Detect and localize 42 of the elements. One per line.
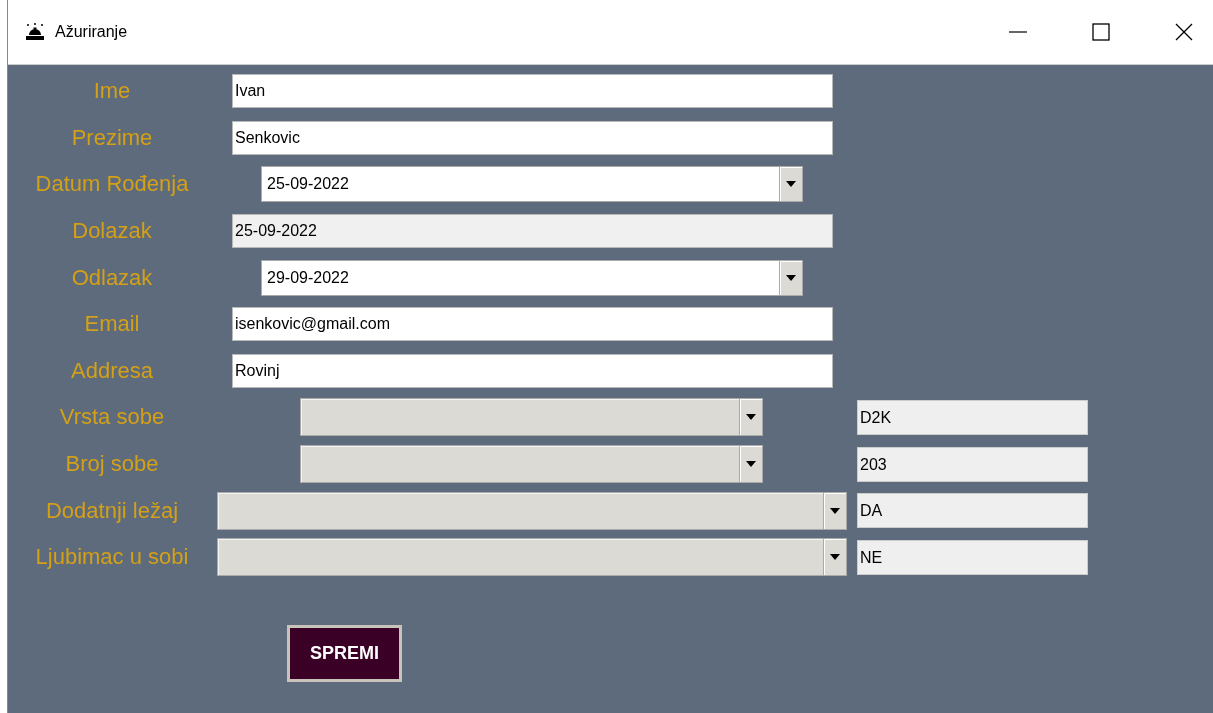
- close-icon[interactable]: [1174, 22, 1194, 42]
- date-picker[interactable]: 29-09-2022: [261, 259, 803, 296]
- caret-icon: [830, 507, 840, 514]
- input-field[interactable]: Senkovic: [232, 120, 833, 155]
- caret-icon: [786, 274, 796, 281]
- input-field[interactable]: NE: [857, 539, 1088, 575]
- field-label: Ime: [92, 78, 132, 105]
- window-title: Ažuriranje: [55, 23, 128, 41]
- caret-icon: [786, 181, 796, 188]
- save-button[interactable]: SPREMI: [287, 624, 402, 682]
- input-field[interactable]: isenkovic@gmail.com: [232, 307, 833, 342]
- dropdown-button[interactable]: [823, 539, 846, 576]
- maximize-icon[interactable]: [1091, 22, 1111, 42]
- dropdown-button[interactable]: [739, 399, 762, 436]
- field-label: Email: [83, 311, 141, 338]
- caret-icon: [746, 461, 756, 468]
- field-label: Prezime: [70, 124, 154, 151]
- input-field[interactable]: Ivan: [232, 74, 833, 109]
- input-field[interactable]: 203: [857, 446, 1088, 482]
- dropdown[interactable]: [300, 398, 763, 437]
- bell-icon: [25, 23, 45, 41]
- dropdown-button[interactable]: [779, 260, 802, 295]
- dropdown-button[interactable]: [823, 492, 846, 529]
- field-label: Odlazak: [70, 264, 154, 291]
- dropdown-button[interactable]: [739, 446, 762, 483]
- field-label: Broj sobe: [64, 451, 160, 478]
- dropdown[interactable]: [217, 538, 847, 577]
- dropdown-button[interactable]: [779, 167, 802, 202]
- dropdown[interactable]: [300, 445, 763, 484]
- input-field[interactable]: Rovinj: [232, 353, 833, 388]
- caret-icon: [746, 414, 756, 421]
- date-picker[interactable]: 25-09-2022: [261, 166, 803, 203]
- field-label: Dolazak: [71, 218, 153, 245]
- dropdown[interactable]: [217, 491, 847, 530]
- field-label: Ljubimac u sobi: [34, 544, 190, 571]
- caret-icon: [830, 554, 840, 561]
- field-label: Dodatnji ležaj: [44, 497, 180, 524]
- field-label: Datum Rođenja: [34, 171, 190, 198]
- field-label: Vrsta sobe: [58, 404, 166, 431]
- input-field[interactable]: D2K: [857, 399, 1088, 435]
- field-label: Addresa: [70, 357, 154, 384]
- input-field[interactable]: DA: [857, 493, 1088, 529]
